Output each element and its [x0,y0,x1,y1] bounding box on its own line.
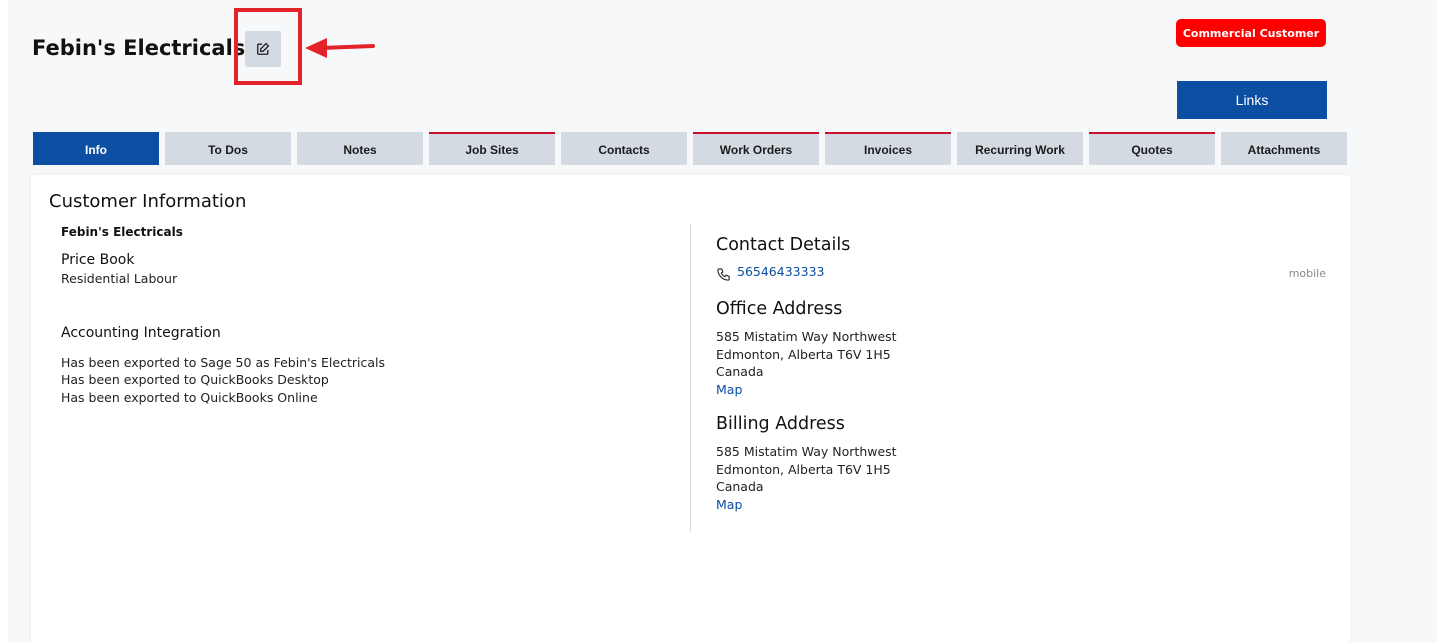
tab-job-sites[interactable]: Job Sites [429,132,555,165]
office-map-link[interactable]: Map [716,381,1326,399]
accounting-line: Has been exported to QuickBooks Desktop [61,372,329,387]
accounting-line: Has been exported to QuickBooks Online [61,389,318,405]
customer-type-badge: Commercial Customer [1176,19,1326,47]
customer-name: Febin's Electricals [61,225,183,239]
phone-row: 56546433333 mobile [716,264,1326,284]
page-title: Febin's Electricals [32,36,246,60]
edit-customer-button[interactable] [245,31,281,67]
edit-icon [256,42,270,56]
customer-info-card: Customer Information Febin's Electricals… [31,175,1351,642]
tab-attachments[interactable]: Attachments [1221,132,1347,165]
billing-address-line: 585 Mistatim Way Northwest [716,444,897,459]
contact-details-heading: Contact Details [716,235,851,255]
tab-invoices[interactable]: Invoices [825,132,951,165]
billing-address-line: Canada [716,479,764,494]
office-address-line: Edmonton, Alberta T6V 1H5 [716,346,891,362]
section-title: Customer Information [49,191,247,212]
office-address-line: Canada [716,364,764,379]
phone-icon [716,267,731,282]
phone-type: mobile [1288,267,1326,280]
price-book-value: Residential Labour [61,271,178,286]
annotation-arrow [305,38,375,58]
tab-recurring-work[interactable]: Recurring Work [957,132,1083,165]
left-edge-strip [0,0,8,642]
billing-map-link[interactable]: Map [716,496,1326,514]
price-book-label: Price Book [61,252,135,268]
tab-contacts[interactable]: Contacts [561,132,687,165]
tab-quotes[interactable]: Quotes [1089,132,1215,165]
tab-notes[interactable]: Notes [297,132,423,165]
customer-details: Febin's Electricals Price Book Residenti… [61,225,681,406]
tab-info[interactable]: Info [33,132,159,165]
phone-link[interactable]: 56546433333 [737,264,824,279]
tab-to-dos[interactable]: To Dos [165,132,291,165]
billing-address-heading: Billing Address [716,414,845,434]
billing-address-line: Edmonton, Alberta T6V 1H5 [716,461,891,477]
links-button[interactable]: Links [1177,81,1327,119]
tab-work-orders[interactable]: Work Orders [693,132,819,165]
office-address-heading: Office Address [716,299,843,319]
accounting-heading: Accounting Integration [61,324,221,341]
office-address-line: 585 Mistatim Way Northwest [716,329,897,344]
contact-and-address: Contact Details 56546433333 mobile Offic… [716,235,1326,513]
accounting-line: Has been exported to Sage 50 as Febin's … [61,354,385,370]
tab-bar: Info To Dos Notes Job Sites Contacts Wor… [33,132,1347,165]
column-divider [690,224,691,532]
